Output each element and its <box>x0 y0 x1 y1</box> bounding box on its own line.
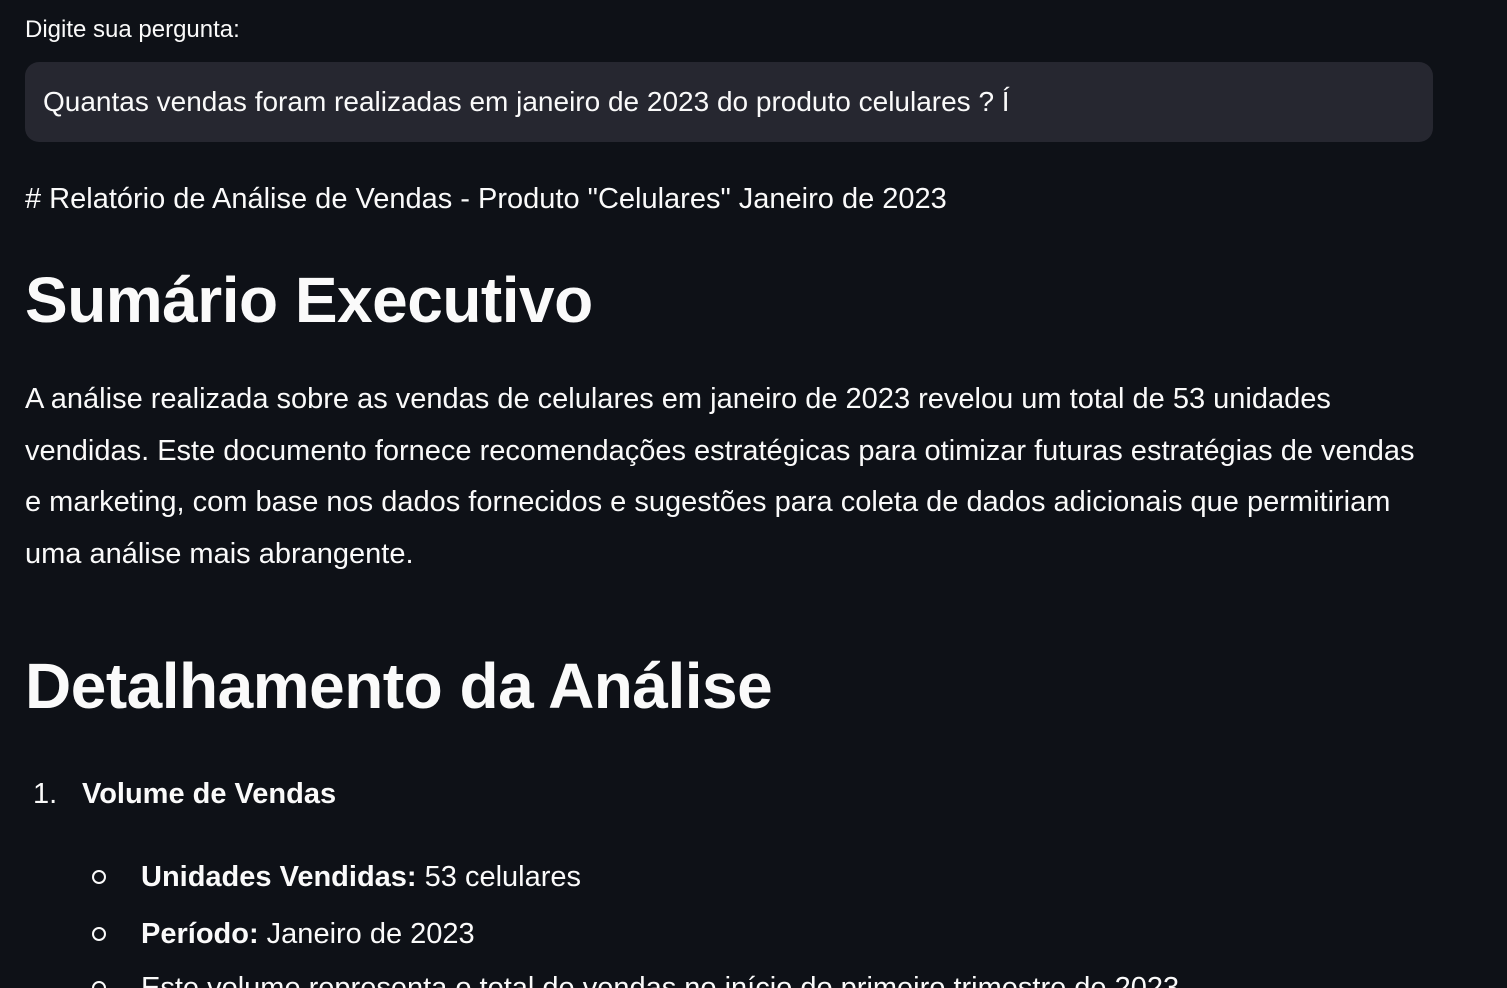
executive-summary-heading: Sumário Executivo <box>25 264 593 336</box>
question-input[interactable] <box>43 84 1415 120</box>
analysis-detail-heading: Detalhamento da Análise <box>25 650 773 722</box>
sub-item-value: 53 celulares <box>416 861 582 893</box>
question-label: Digite sua pergunta: <box>25 16 240 43</box>
sub-item-key: Período: <box>141 918 259 950</box>
sub-list-item: Este volume representa o total de vendas… <box>92 968 1187 988</box>
hollow-bullet-icon <box>92 981 106 988</box>
app-main: Digite sua pergunta: # Relatório de Anál… <box>0 0 1507 988</box>
executive-summary-paragraph: A análise realizada sobre as vendas de c… <box>25 383 1415 570</box>
hollow-bullet-icon <box>92 870 106 884</box>
list-item-number: 1. <box>33 778 58 810</box>
list-item-label: Volume de Vendas <box>82 778 337 810</box>
sub-list-item: Período: Janeiro de 2023 <box>92 914 475 954</box>
hollow-bullet-icon <box>92 927 106 941</box>
sub-list-item: Unidades Vendidas: 53 celulares <box>92 857 581 897</box>
question-input-container[interactable] <box>25 62 1433 142</box>
ordered-list-item: 1. Volume de Vendas <box>25 774 336 814</box>
sub-item-value: Janeiro de 2023 <box>258 918 475 950</box>
report-raw-title: # Relatório de Análise de Vendas - Produ… <box>25 183 947 215</box>
sub-item-key: Unidades Vendidas: <box>141 861 417 893</box>
sub-item-text: Este volume representa o total de vendas… <box>141 972 1188 988</box>
